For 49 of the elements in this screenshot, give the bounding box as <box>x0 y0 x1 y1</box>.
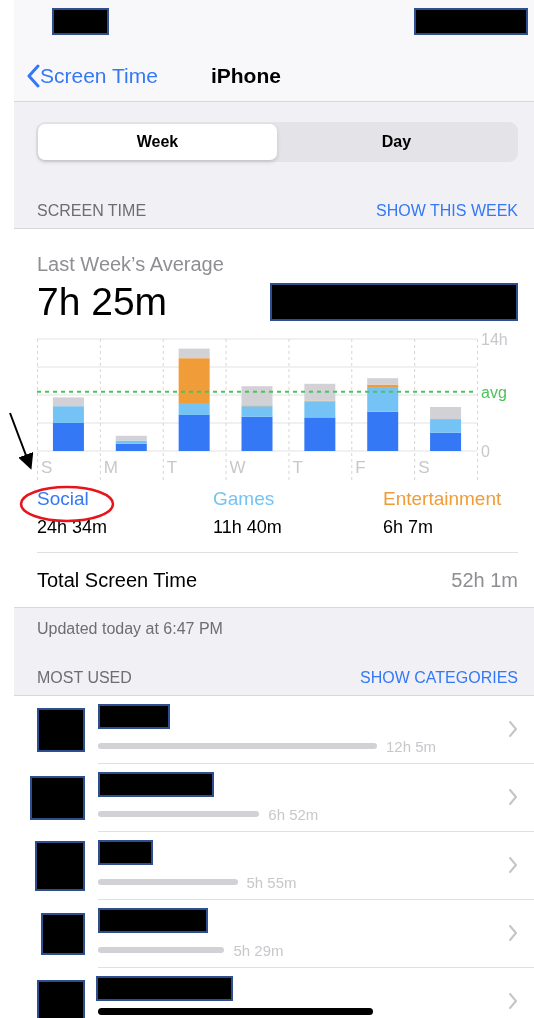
day-label: M <box>103 458 119 477</box>
redaction-box <box>37 980 85 1018</box>
show-categories-link[interactable]: SHOW CATEGORIES <box>360 669 518 687</box>
axis-tick: 14h <box>481 332 508 348</box>
segment-tab[interactable]: Day <box>277 124 516 160</box>
category-label: Entertainment <box>383 488 503 510</box>
day-label: S <box>41 458 53 477</box>
redaction-box <box>98 840 153 865</box>
section-header: SCREEN TIME <box>37 202 147 220</box>
total-label: Total Screen Time <box>37 568 198 592</box>
bar-segment <box>304 383 336 401</box>
back-chevron-icon[interactable] <box>26 63 40 88</box>
day-label: F <box>355 458 366 477</box>
chevron-icon[interactable] <box>508 720 518 738</box>
back-link[interactable]: Screen Time <box>40 63 158 88</box>
updated-note: Updated today at 6:47 PM <box>37 620 224 638</box>
redaction-box <box>37 708 85 752</box>
average-tick: avg <box>481 383 507 401</box>
show-this-week-link[interactable]: SHOW THIS WEEK <box>376 202 518 220</box>
axis-tick: 0 <box>481 443 490 460</box>
category-time: 11h 40m <box>213 517 283 538</box>
redaction-box <box>98 704 170 729</box>
day-label: T <box>166 458 178 477</box>
average-label: Last Week’s Average <box>37 253 225 276</box>
chevron-icon[interactable] <box>508 924 518 942</box>
chevron-icon[interactable] <box>508 788 518 806</box>
pointer-arrow <box>9 412 34 470</box>
redaction-box <box>35 841 85 891</box>
segment-tab[interactable]: Week <box>38 124 277 160</box>
average-value: 7h 25m <box>37 280 168 324</box>
redaction-box <box>52 8 109 35</box>
total-value: 52h 1m <box>451 568 518 592</box>
usage-time: 5h 29m <box>233 941 284 959</box>
redaction-box <box>30 776 85 820</box>
usage-time: 6h 52m <box>268 805 319 823</box>
day-label: W <box>229 458 246 477</box>
page-title: iPhone <box>210 63 281 88</box>
usage-time: 12h 5m <box>386 737 437 755</box>
day-label: T <box>292 458 303 477</box>
redaction-box <box>41 913 85 955</box>
section-header: MOST USED <box>37 669 132 687</box>
chevron-icon[interactable] <box>508 992 518 1010</box>
day-label: S <box>418 458 430 477</box>
category-time: 24h 34m <box>37 517 109 538</box>
category-label: Social <box>37 488 90 510</box>
usage-time: 5h 55m <box>246 873 297 891</box>
category-label: Games <box>213 488 276 510</box>
chevron-icon[interactable] <box>508 856 518 874</box>
category-time: 6h 7m <box>383 517 435 538</box>
